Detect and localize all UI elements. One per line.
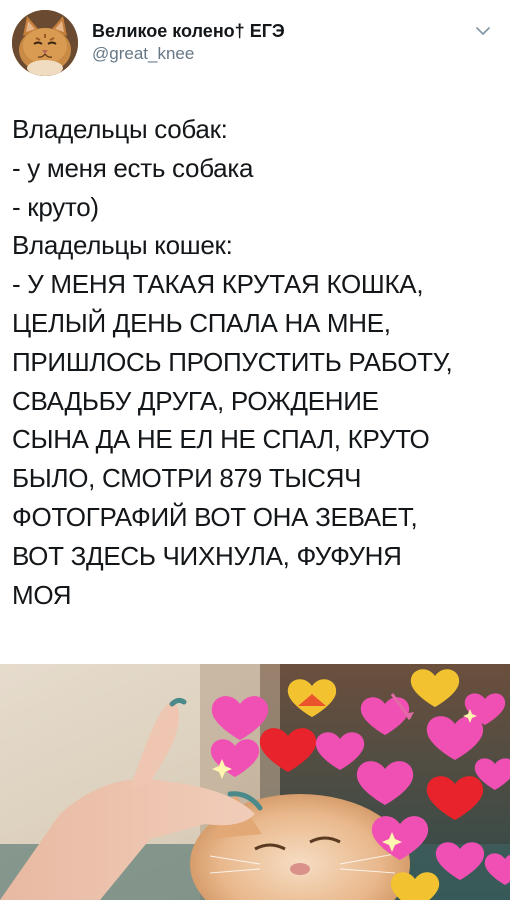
tweet-text: Владельцы собак: - у меня есть собака - … [12,110,502,614]
tweet-text-line: - у меня есть собака [12,152,254,183]
tweet-text-line: Владельцы кошек: [12,230,233,261]
tweet-text-line: - У МЕНЯ ТАКАЯ КРУТАЯ КОШКА, [12,269,424,300]
tweet-text-line: ЦЕЛЫЙ ДЕНЬ СПАЛА НА МНЕ, [12,307,391,338]
tweet-text-line: МОЯ [12,579,72,610]
cat-with-hearts-image-icon [0,664,510,900]
author-display-name[interactable]: Великое колено† ЕГЭ [92,20,285,42]
chevron-down-icon[interactable] [474,22,492,40]
author-handle[interactable]: @great_knee [92,43,285,65]
tweet-text-line: ВОТ ЗДЕСЬ ЧИХНУЛА, ФУФУНЯ [12,540,402,571]
tweet-text-line: Владельцы собак: [12,114,228,144]
tweet-text-line: ПРИШЛОСЬ ПРОПУСТИТЬ РАБОТУ, [12,346,453,377]
author-names: Великое колено† ЕГЭ @great_knee [92,20,285,65]
tweet-header: Великое колено† ЕГЭ @great_knee [12,10,498,80]
tweet-card: Великое колено† ЕГЭ @great_knee Владельц… [0,0,510,900]
tweet-text-line: - круто) [12,191,99,222]
tweet-text-line: БЫЛО, СМОТРИ 879 ТЫСЯЧ [12,463,362,494]
cat-avatar-icon [12,10,78,76]
tweet-text-line: СЫНА ДА НЕ ЕЛ НЕ СПАЛ, КРУТО [12,424,430,455]
tweet-photo[interactable] [0,664,510,900]
avatar[interactable] [12,10,78,76]
tweet-text-line: СВАДЬБУ ДРУГА, РОЖДЕНИЕ [12,385,379,416]
tweet-text-line: ФОТОГРАФИЙ ВОТ ОНА ЗЕВАЕТ, [12,501,418,532]
